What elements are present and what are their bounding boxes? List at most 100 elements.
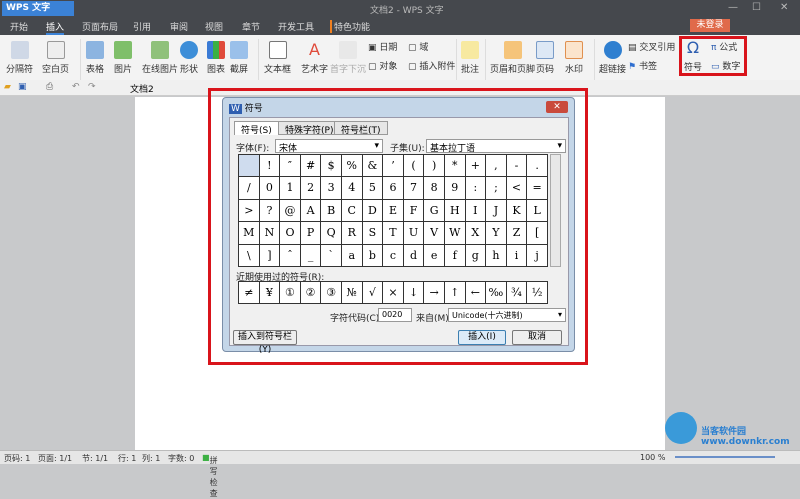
cross-reference-button[interactable]: ▤ 交叉引用 — [628, 40, 675, 53]
tab-layout[interactable]: 页面布局 — [82, 20, 118, 33]
chart-button[interactable]: 图表 — [207, 41, 225, 75]
symbol-cell[interactable]: ″ — [280, 155, 301, 178]
symbol-cell[interactable]: f — [444, 244, 466, 267]
table-button[interactable]: 表格 — [86, 41, 104, 75]
symbol-cell[interactable]: 7 — [403, 177, 425, 200]
date-button[interactable]: ▣ 日期 — [368, 40, 397, 53]
cancel-button[interactable]: 取消 — [512, 330, 562, 345]
symbol-cell[interactable]: 5 — [362, 177, 384, 200]
symbol-cell[interactable]: _ — [300, 244, 322, 267]
symbol-cell[interactable]: ② — [300, 282, 322, 305]
symbol-cell[interactable]: ; — [486, 177, 507, 200]
textbox-button[interactable]: 文本框 — [264, 41, 291, 75]
bookmark-button[interactable]: ⚑ 书签 — [628, 59, 657, 72]
symbol-cell[interactable]: X — [465, 222, 487, 245]
symbol-cell[interactable]: : — [465, 177, 487, 200]
code-input[interactable]: 0020 — [378, 308, 412, 322]
symbol-cell[interactable]: M — [239, 222, 260, 245]
insert-button[interactable]: 插入(I) — [458, 330, 506, 345]
symbol-cell[interactable]: ③ — [321, 282, 342, 305]
symbol-cell[interactable]: , — [486, 155, 507, 178]
dialog-close-button[interactable]: ✕ — [546, 101, 568, 113]
page-number-button[interactable]: 页码 — [536, 41, 554, 75]
symbol-cell[interactable]: ↓ — [403, 282, 425, 305]
symbol-cell[interactable]: A — [300, 199, 322, 223]
wordart-button[interactable]: A 艺术字 — [301, 41, 328, 76]
tab-view[interactable]: 视图 — [205, 20, 223, 33]
spell-check[interactable]: ■ 拼写检查 — [202, 453, 218, 498]
subset-select[interactable]: 基本拉丁语 ▾ — [426, 139, 566, 154]
app-menu-button[interactable]: WPS 文字 — [2, 1, 74, 16]
symbol-cell[interactable]: b — [362, 244, 384, 267]
tab-references[interactable]: 引用 — [133, 20, 151, 33]
symbol-cell[interactable]: [ — [527, 222, 548, 245]
symbol-cell[interactable]: > — [239, 199, 260, 223]
symbol-cell[interactable]: K — [506, 199, 528, 223]
symbol-cell[interactable]: S — [362, 222, 384, 245]
symbol-cell[interactable]: ] — [259, 244, 281, 267]
symbol-cell[interactable]: + — [465, 155, 487, 178]
symbol-cell[interactable]: . — [527, 155, 548, 178]
symbol-cell[interactable]: # — [300, 155, 322, 178]
symbol-cell[interactable]: J — [486, 199, 507, 223]
online-picture-button[interactable]: 在线图片 — [142, 41, 178, 75]
symbol-cell[interactable]: L — [527, 199, 548, 223]
symbol-cell[interactable]: G — [424, 199, 445, 223]
font-select[interactable]: 宋体 ▾ — [275, 139, 383, 154]
maximize-icon[interactable]: ☐ — [752, 2, 761, 13]
symbol-cell[interactable]: j — [527, 244, 548, 267]
section-break-button[interactable]: 分隔符 — [6, 41, 33, 75]
symbol-cell[interactable]: * — [444, 155, 466, 178]
symbol-cell[interactable]: № — [341, 282, 363, 305]
symbol-cell[interactable]: ‰ — [486, 282, 507, 305]
symbol-cell[interactable]: → — [424, 282, 445, 305]
symbol-cell[interactable]: W — [444, 222, 466, 245]
symbol-cell[interactable]: % — [341, 155, 363, 178]
tab-review[interactable]: 审阅 — [170, 20, 188, 33]
symbol-cell[interactable]: I — [465, 199, 487, 223]
symbol-cell[interactable]: D — [362, 199, 384, 223]
symbol-cell[interactable]: e — [424, 244, 445, 267]
symbol-cell[interactable]: h — [486, 244, 507, 267]
add-to-symbol-bar-button[interactable]: 插入到符号栏(Y) — [233, 330, 297, 355]
symbol-cell[interactable]: ↑ — [444, 282, 466, 305]
symbol-cell[interactable]: Q — [321, 222, 342, 245]
symbol-cell[interactable]: 4 — [341, 177, 363, 200]
symbol-cell[interactable]: @ — [280, 199, 301, 223]
object-button[interactable]: ▢ 对象 — [368, 59, 397, 72]
symbol-cell[interactable]: ? — [259, 199, 281, 223]
symbol-cell[interactable]: 2 — [300, 177, 322, 200]
symbol-cell[interactable]: - — [506, 155, 528, 178]
symbol-cell[interactable]: 0 — [259, 177, 281, 200]
tab-symbol-bar[interactable]: 符号栏(T) — [334, 121, 388, 136]
symbol-cell[interactable]: ¥ — [259, 282, 281, 305]
zoom-slider[interactable] — [675, 456, 775, 458]
symbol-cell[interactable]: ≠ — [239, 282, 260, 305]
symbol-cell[interactable]: × — [383, 282, 404, 305]
document-tab[interactable]: 文档2 — [130, 82, 154, 95]
minimize-icon[interactable]: — — [728, 2, 738, 13]
symbol-cell[interactable]: ’ — [383, 155, 404, 178]
header-footer-button[interactable]: 页眉和页脚 — [490, 41, 535, 75]
print-icon[interactable]: ⎙ — [46, 82, 53, 92]
symbol-cell[interactable]: ` — [321, 244, 342, 267]
tab-special-chars[interactable]: 特殊字符(P) — [278, 121, 341, 136]
symbol-cell[interactable]: \ — [239, 244, 260, 267]
symbol-cell[interactable]: N — [259, 222, 281, 245]
symbol-cell[interactable]: = — [527, 177, 548, 200]
tab-symbols[interactable]: 符号(S) — [234, 121, 279, 136]
symbol-cell[interactable]: B — [321, 199, 342, 223]
symbol-cell[interactable]: ¾ — [506, 282, 528, 305]
symbol-cell[interactable]: T — [383, 222, 404, 245]
tab-developer[interactable]: 开发工具 — [278, 20, 314, 33]
symbol-cell[interactable]: U — [403, 222, 425, 245]
undo-icon[interactable]: ↶ — [72, 82, 80, 92]
picture-button[interactable]: 图片 — [114, 41, 132, 75]
comment-button[interactable]: 批注 — [461, 41, 479, 75]
symbol-cell[interactable]: c — [383, 244, 404, 267]
symbol-cell[interactable]: C — [341, 199, 363, 223]
symbol-cell[interactable]: O — [280, 222, 301, 245]
symbol-cell[interactable]: a — [341, 244, 363, 267]
symbol-cell[interactable]: / — [239, 177, 260, 200]
tab-features[interactable]: 特色功能 — [330, 20, 370, 33]
